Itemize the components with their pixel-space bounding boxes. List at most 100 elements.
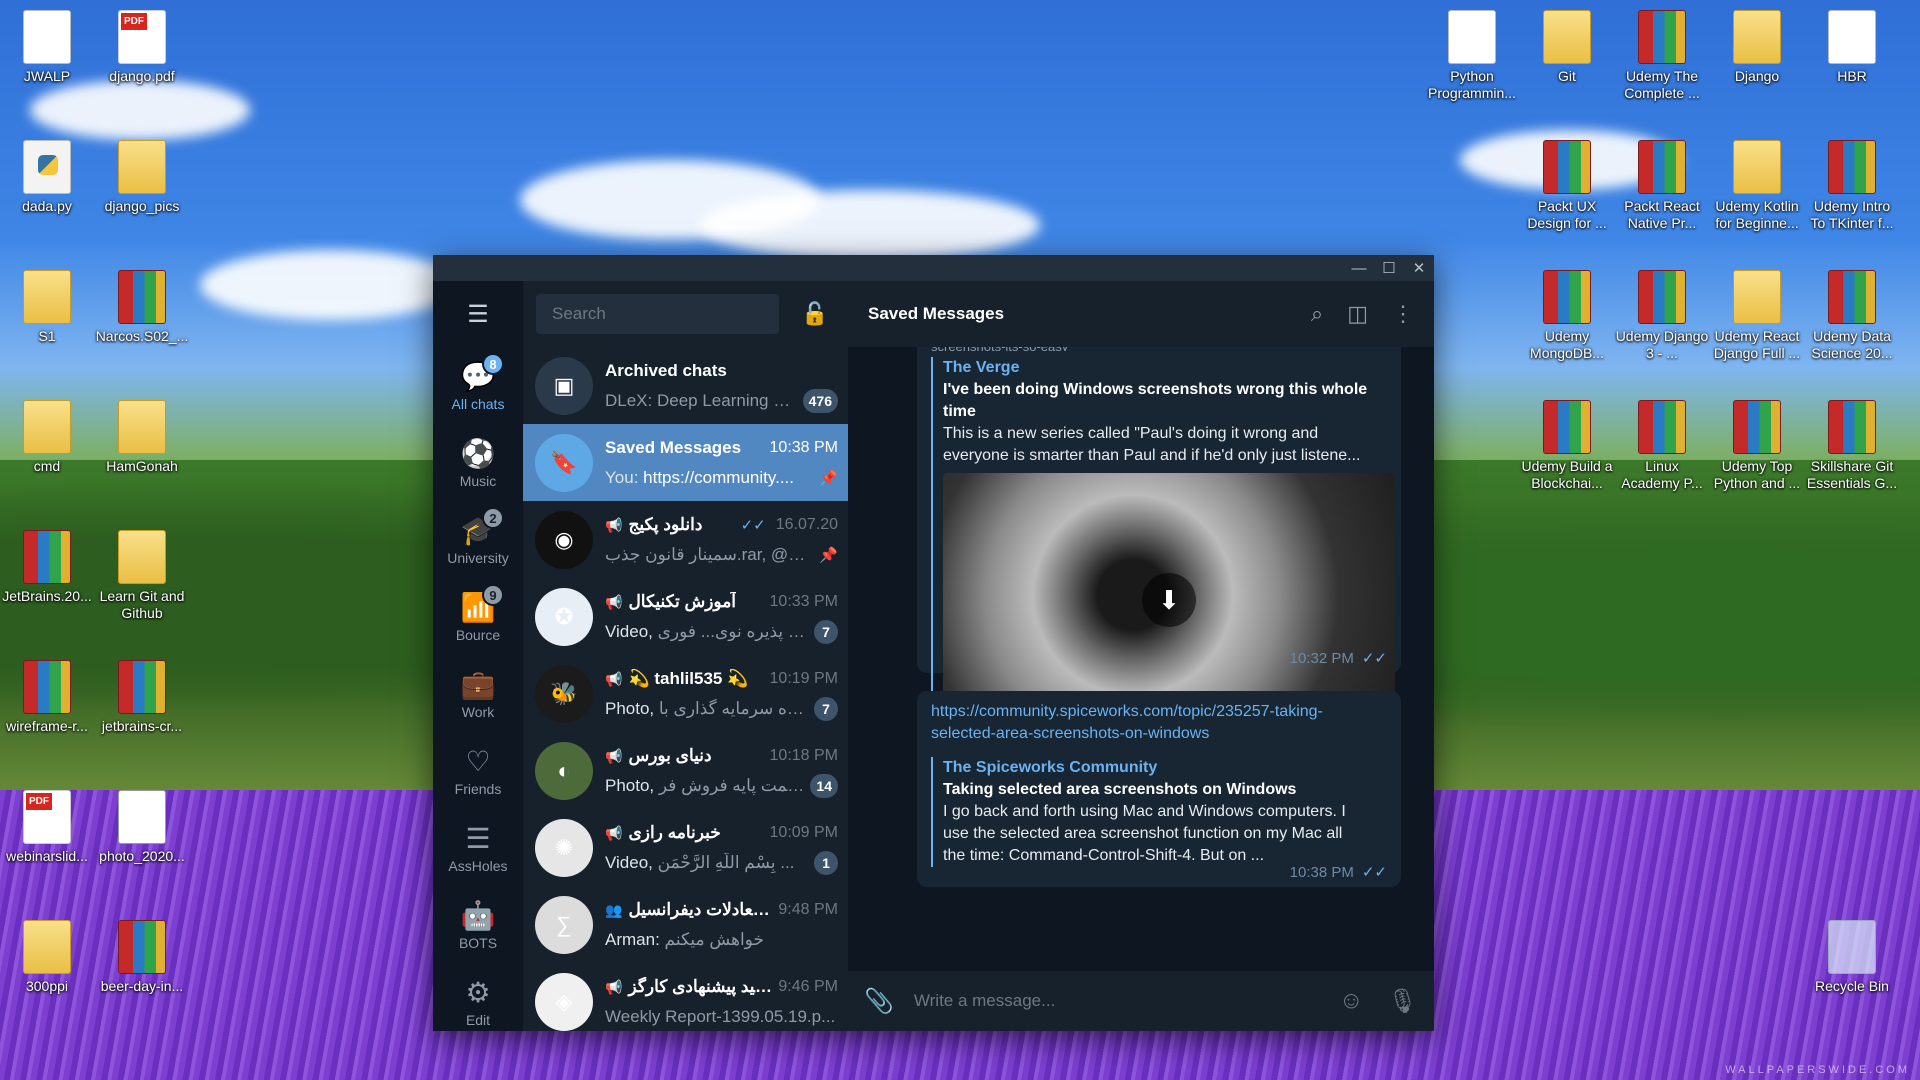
desktop-icon[interactable]: wireframe-r... (0, 660, 94, 735)
archive-icon (1828, 140, 1876, 194)
desktop-icon[interactable]: Narcos.S02_... (95, 270, 189, 345)
chat-row[interactable]: ▣ Archived chats DLeX: Deep Learning E... 4… (523, 347, 848, 424)
desktop-icon[interactable]: Udemy The Complete ... (1615, 10, 1709, 102)
desktop-icon[interactable]: Udemy Django 3 - ... (1615, 270, 1709, 362)
chat-row[interactable]: ◉ 📢 دانلود پکیج ✓✓ 16.07.20 سمینار قانون جذب.… (523, 501, 848, 578)
desktop-icon-label: webinarslid... (6, 848, 88, 864)
desktop-icon[interactable]: HBR (1805, 10, 1899, 85)
desktop-icon[interactable]: photo_2020... (95, 790, 189, 865)
preview-site-name: The Spiceworks Community (943, 759, 1158, 776)
desktop-icon[interactable]: Udemy Data Science 20... (1805, 270, 1899, 362)
avatar: ◈ (535, 972, 593, 1031)
link-preview[interactable]: The Spiceworks Community Taking selected… (931, 757, 1387, 867)
archive-icon (1543, 400, 1591, 454)
chat-preview: You: https://community.... (605, 468, 794, 488)
desktop-icon[interactable]: cmd (0, 400, 94, 475)
paperclip-icon[interactable]: 📎 (864, 987, 894, 1016)
link-preview[interactable]: The Verge I've been doing Windows screen… (931, 357, 1395, 727)
folder-label: Edit (465, 1011, 491, 1028)
desktop-icon[interactable]: Git (1520, 10, 1614, 85)
folder-edit[interactable]: ⚙ Edit (433, 963, 523, 1040)
file-icon (118, 790, 166, 844)
desktop-icon[interactable]: Linux Academy P... (1615, 400, 1709, 492)
chat-row[interactable]: 🐝 📢 💫 tahlil535 💫 10:19 PM Photo, گروه سرمای… (523, 655, 848, 732)
chat-row[interactable]: 🔖 Saved Messages 10:38 PM You: https://comm… (523, 424, 848, 501)
archive-icon (1638, 140, 1686, 194)
desktop-icon[interactable]: S1 (0, 270, 94, 345)
emoji-icon[interactable]: ☺ (1339, 987, 1364, 1015)
preview-title: I've been doing Windows screenshots wron… (943, 381, 1368, 420)
download-icon[interactable]: ⬇ (1142, 573, 1196, 627)
desktop-icon[interactable]: Python Programmin... (1425, 10, 1519, 102)
desktop-icon[interactable]: Packt UX Design for ... (1520, 140, 1614, 232)
chat-name: 📢 دنیای بورس (605, 746, 712, 766)
desktop-icon[interactable]: JWALP (0, 10, 94, 85)
close-button[interactable]: ✕ (1404, 255, 1434, 281)
desktop-icon[interactable]: Learn Git and Github (95, 530, 189, 622)
desktop-icon[interactable]: django_pics (95, 140, 189, 215)
message-input[interactable] (913, 991, 1316, 1011)
desktop-icon[interactable]: Udemy React Django Full ... (1710, 270, 1804, 362)
menu-icon[interactable]: ☰ (433, 281, 523, 347)
desktop-icon[interactable]: Recycle Bin (1805, 920, 1899, 995)
folder-music[interactable]: ⚽ Music (433, 424, 523, 501)
chat-row[interactable]: ◈ 📢 سید پیشنهادی کارگز... 9:46 PM Weekly Rep… (523, 963, 848, 1031)
desktop-icon[interactable]: HamGonah (95, 400, 189, 475)
message-partial-text: screenshots-its-so-easy (931, 347, 1387, 351)
desktop-icon[interactable]: Udemy MongoDB... (1520, 270, 1614, 362)
music-icon: ⚽ (460, 437, 496, 469)
chat-name: 📢 خبرنامه رازی (605, 823, 721, 843)
desktop-icon-label: Narcos.S02_... (95, 328, 189, 344)
search-icon[interactable]: ⌕ (1311, 301, 1323, 327)
telegram-window: — ☐ ✕ ☰ 💬 8 All chats ⚽ Music 🎓 2 University 📶 9 B… (433, 255, 1434, 1031)
desktop-icon[interactable]: jetbrains-cr... (95, 660, 189, 735)
desktop-icon[interactable]: dada.py (0, 140, 94, 215)
desktop-icon[interactable]: Udemy Top Python and ... (1710, 400, 1804, 492)
microphone-icon[interactable]: 🎙 (1388, 987, 1418, 1016)
read-ticks-icon: ✓✓ (1361, 864, 1387, 881)
folder-label: BOTS (458, 934, 498, 951)
desktop-icon[interactable]: django.pdf (95, 10, 189, 85)
message-composer: 📎 ☺ 🎙 (848, 971, 1434, 1031)
desktop-icon[interactable]: Udemy Kotlin for Beginne... (1710, 140, 1804, 232)
folder-icon (1733, 270, 1781, 324)
desktop-icon-label: Packt UX Design for ... (1527, 198, 1607, 231)
minimize-button[interactable]: — (1344, 255, 1374, 281)
desktop-icon-label: django_pics (104, 198, 180, 214)
desktop-icon-label: Learn Git and Github (99, 588, 185, 621)
folder-bots[interactable]: 🤖 BOTS (433, 886, 523, 963)
chat-row[interactable]: ∑ 👥 معادلات دیفرانسیل... 9:48 PM Arman: خواه… (523, 886, 848, 963)
desktop-icon[interactable]: Udemy Intro To TKinter f... (1805, 140, 1899, 232)
chat-time: 10:09 PM (769, 823, 838, 841)
folder-university[interactable]: 🎓 2 University (433, 501, 523, 578)
message-link[interactable]: https://community.spiceworks.com/topic/2… (931, 701, 1387, 745)
desktop-icon[interactable]: JetBrains.20... (0, 530, 94, 605)
folder-friends[interactable]: ♡ Friends (433, 732, 523, 809)
chat-row[interactable]: ✪ 📢 آموزش تکنیکال 10:33 PM Video, آغاز پذیره… (523, 578, 848, 655)
folder-all-chats[interactable]: 💬 8 All chats (433, 347, 523, 424)
desktop-icon[interactable]: 300ppi (0, 920, 94, 995)
folder-bource[interactable]: 📶 9 Bource (433, 578, 523, 655)
chat-row[interactable]: ◐ 📢 دنیای بورس 10:18 PM Photo, قیمت پایه فرو… (523, 732, 848, 809)
preview-text: خواهش میکنم (664, 929, 764, 949)
desktop-icon[interactable]: Packt React Native Pr... (1615, 140, 1709, 232)
desktop-icon[interactable]: Udemy Build a Blockchai... (1520, 400, 1614, 492)
desktop-icon[interactable]: webinarslid... (0, 790, 94, 865)
desktop-icon-label: Udemy Top Python and ... (1713, 458, 1801, 491)
chat-row[interactable]: ✺ 📢 خبرنامه رازی 10:09 PM Video, بِسْمِ اللَ… (523, 809, 848, 886)
megaphone-icon: 📢 (605, 747, 623, 764)
preview-media[interactable]: ⬇ (943, 473, 1395, 727)
desktop-icon[interactable]: Django (1710, 10, 1804, 85)
robot-icon: 🤖 (460, 899, 496, 931)
more-options-icon[interactable]: ⋮ (1392, 301, 1414, 327)
desktop-icon[interactable]: beer-day-in... (95, 920, 189, 995)
folder-assholes[interactable]: ☰ AssHoles (433, 809, 523, 886)
folder-work[interactable]: 💼 Work (433, 655, 523, 732)
desktop-icon[interactable]: Skillshare Git Essentials G... (1805, 400, 1899, 492)
archive-icon (1638, 400, 1686, 454)
lock-icon[interactable]: 🔓 (801, 301, 828, 327)
sidebar-toggle-icon[interactable]: ◫ (1347, 301, 1368, 327)
search-input[interactable] (536, 294, 779, 334)
archive-icon (1638, 10, 1686, 64)
maximize-button[interactable]: ☐ (1374, 255, 1404, 281)
